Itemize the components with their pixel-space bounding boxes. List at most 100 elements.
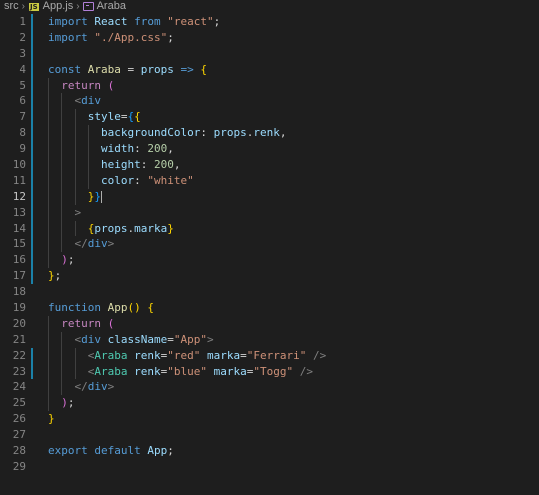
indent-guide [48, 315, 49, 332]
line-number[interactable]: 5 [0, 78, 26, 94]
code-line[interactable]: 12}} [0, 188, 539, 205]
code-line[interactable]: 5 return ( [0, 77, 539, 94]
code-line[interactable]: 2 import "./App.css"; [0, 29, 539, 46]
modified-line-indicator[interactable] [31, 252, 33, 269]
indent-guide [61, 204, 63, 221]
modified-line-indicator[interactable] [31, 157, 33, 173]
modified-line-indicator[interactable] [31, 188, 33, 205]
chevron-right-icon: › [21, 1, 26, 12]
breadcrumb-symbol-label: Araba [96, 0, 126, 12]
modified-line-indicator[interactable] [31, 204, 33, 221]
line-number[interactable]: 12 [0, 189, 26, 205]
line-number[interactable]: 7 [0, 109, 26, 125]
line-number[interactable]: 9 [0, 141, 26, 157]
line-number[interactable]: 15 [0, 236, 26, 252]
line-number[interactable]: 27 [0, 427, 26, 443]
code-editor[interactable]: 1 import React from "react"; 2 import "./Ap… [0, 14, 539, 475]
code-line[interactable]: 8 backgroundColor: props.renk, [0, 125, 539, 142]
line-number[interactable]: 11 [0, 173, 26, 189]
code-token: return [61, 78, 101, 92]
line-number[interactable]: 29 [0, 459, 26, 475]
code-line[interactable]: 19 function App() { [0, 300, 539, 316]
line-number[interactable]: 17 [0, 268, 26, 284]
line-number[interactable]: 26 [0, 411, 26, 427]
code-line[interactable]: 22 <Araba renk="red" marka="Ferrari" /> [0, 347, 539, 364]
line-number[interactable]: 16 [0, 252, 26, 268]
modified-line-indicator[interactable] [31, 93, 33, 110]
code-line[interactable]: 1 import React from "react"; [0, 14, 539, 30]
code-text: ); [61, 395, 74, 411]
code-text: height: 200, [101, 157, 181, 173]
modified-line-indicator[interactable] [31, 61, 33, 78]
line-number[interactable]: 28 [0, 443, 26, 459]
modified-line-indicator[interactable] [31, 45, 33, 62]
breadcrumb-symbol[interactable]: Araba [82, 0, 126, 13]
line-number[interactable]: 4 [0, 62, 26, 78]
line-number[interactable]: 20 [0, 316, 26, 332]
code-line[interactable]: 20 return ( [0, 315, 539, 332]
line-number[interactable]: 8 [0, 125, 26, 141]
modified-line-indicator[interactable] [31, 347, 33, 364]
line-number[interactable]: 6 [0, 93, 26, 109]
code-line[interactable]: 3 [0, 45, 539, 62]
code-token: => [180, 62, 194, 76]
code-line[interactable]: 21 <div className="App"> [0, 331, 539, 348]
code-line[interactable]: 29 [0, 459, 539, 475]
line-number[interactable]: 1 [0, 14, 26, 30]
code-line[interactable]: 14 {props.marka} [0, 220, 539, 237]
code-token: props [213, 126, 247, 140]
code-line[interactable]: 4 const Araba = props => { [0, 61, 539, 78]
code-line[interactable]: 26} [0, 411, 539, 427]
line-number[interactable]: 18 [0, 284, 26, 300]
line-number[interactable]: 14 [0, 221, 26, 237]
modified-line-indicator[interactable] [31, 29, 33, 46]
code-line[interactable]: 24 </div> [0, 379, 539, 396]
code-line[interactable]: 28 export default App; [0, 443, 539, 459]
code-line[interactable]: 18 [0, 284, 539, 300]
code-line[interactable]: 17}; [0, 268, 539, 285]
code-line[interactable]: 27 [0, 427, 539, 443]
modified-line-indicator[interactable] [31, 77, 33, 94]
code-line[interactable]: 16); [0, 252, 539, 269]
modified-line-indicator[interactable] [31, 125, 33, 142]
modified-line-indicator[interactable] [31, 14, 33, 30]
code-token: ; [54, 269, 62, 283]
code-line[interactable]: 6 <div [0, 93, 539, 110]
line-number[interactable]: 19 [0, 300, 26, 316]
code-line[interactable]: 10 height: 200, [0, 157, 539, 173]
code-line[interactable]: 25); [0, 395, 539, 412]
code-line[interactable]: 11 color: "white" [0, 172, 539, 189]
line-number[interactable]: 22 [0, 348, 26, 364]
breadcrumb-file[interactable]: JS App.js [28, 0, 73, 13]
code-token: > [107, 237, 115, 251]
line-number[interactable]: 10 [0, 157, 26, 173]
line-number[interactable]: 13 [0, 205, 26, 221]
code-line[interactable]: 9 width: 200, [0, 141, 539, 158]
code-token: import [48, 15, 88, 28]
modified-line-indicator[interactable] [31, 220, 33, 237]
modified-line-indicator[interactable] [31, 172, 33, 189]
code-line[interactable]: 23 <Araba renk="blue" marka="Togg" /> [0, 363, 539, 380]
code-line[interactable]: 7 style={{ [0, 109, 539, 126]
line-number[interactable]: 23 [0, 364, 26, 380]
line-number[interactable]: 24 [0, 379, 26, 395]
line-number[interactable]: 2 [0, 30, 26, 46]
indent-guide [61, 172, 63, 189]
code-line[interactable]: 15 </div> [0, 236, 539, 253]
line-number[interactable]: 3 [0, 46, 26, 62]
indent-guide [61, 236, 63, 253]
indent-guide [48, 252, 49, 269]
code-line[interactable]: 13 > [0, 204, 539, 221]
code-token: div [81, 332, 102, 346]
modified-line-indicator[interactable] [31, 141, 33, 158]
code-token: ) [61, 253, 68, 267]
modified-line-indicator[interactable] [31, 268, 33, 285]
breadcrumb-folder[interactable]: src [4, 0, 19, 13]
modified-line-indicator[interactable] [31, 236, 33, 253]
symbol-variable-icon [82, 2, 94, 11]
modified-line-indicator[interactable] [31, 109, 33, 126]
line-number[interactable]: 21 [0, 332, 26, 348]
modified-line-indicator[interactable] [31, 363, 33, 380]
code-token: </ [74, 380, 88, 394]
line-number[interactable]: 25 [0, 395, 26, 411]
